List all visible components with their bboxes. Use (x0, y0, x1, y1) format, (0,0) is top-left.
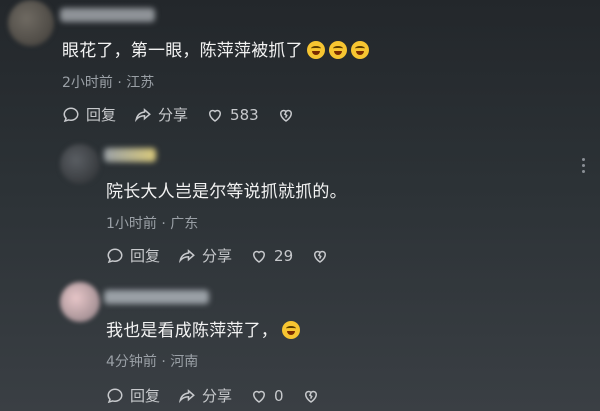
like-count: 29 (274, 246, 294, 265)
laughing-emoji-icon (306, 41, 325, 59)
share-icon (134, 107, 151, 122)
comment-body: 我也是看成陈萍萍了， (106, 321, 278, 341)
like-button[interactable]: 0 (250, 387, 284, 405)
share-label: 分享 (202, 247, 233, 265)
dot-icon (582, 164, 585, 167)
dot-icon (582, 170, 585, 173)
comment-meta: 2小时前 · 江苏 (62, 75, 155, 91)
username-blurred[interactable] (104, 148, 156, 162)
laughing-emoji-icon (350, 41, 369, 59)
reply-label: 回复 (130, 387, 161, 405)
comment-meta: 4分钟前 · 河南 (106, 354, 199, 370)
comment-actions: 回复 分享 29 (106, 245, 329, 266)
avatar[interactable] (8, 0, 54, 46)
reply-label: 回复 (130, 247, 161, 265)
dislike-button[interactable] (302, 387, 320, 405)
share-icon (178, 248, 195, 263)
comment-bubble-icon (107, 247, 123, 263)
comment-text: 眼花了，第一眼，陈萍萍被抓了 (62, 40, 369, 62)
share-label: 分享 (202, 387, 233, 405)
share-button[interactable]: 分享 (134, 104, 188, 125)
heart-icon (253, 390, 266, 403)
comment-bubble-icon (63, 106, 79, 122)
share-icon (178, 388, 195, 403)
more-options-button[interactable] (582, 158, 585, 173)
laughing-emoji-icon (282, 321, 300, 339)
comment-actions: 回复 分享 583 (62, 104, 295, 125)
comment-text: 我也是看成陈萍萍了， (106, 320, 300, 342)
reply-button[interactable]: 回复 (62, 104, 116, 125)
comment-body: 院长大人岂是尔等说抓就抓的。 (106, 182, 347, 202)
like-button[interactable]: 29 (250, 247, 293, 265)
like-count: 583 (230, 105, 259, 124)
broken-heart-icon (304, 390, 317, 403)
reply-button[interactable]: 回复 (106, 385, 160, 406)
comment-body: 眼花了，第一眼，陈萍萍被抓了 (62, 41, 303, 61)
dislike-button[interactable] (311, 247, 329, 265)
reply-button[interactable]: 回复 (106, 245, 160, 266)
share-label: 分享 (158, 106, 189, 124)
dot-icon (582, 158, 585, 161)
comment-actions: 回复 分享 0 (106, 385, 320, 406)
broken-heart-icon (314, 250, 327, 263)
broken-heart-icon (279, 109, 292, 122)
heart-icon (253, 250, 266, 263)
like-count: 0 (274, 386, 284, 405)
comment-meta: 1小时前 · 广东 (106, 216, 199, 232)
share-button[interactable]: 分享 (178, 245, 232, 266)
dislike-button[interactable] (277, 106, 295, 124)
username-blurred[interactable] (104, 290, 209, 304)
avatar[interactable] (60, 282, 100, 322)
username-blurred[interactable] (60, 8, 155, 22)
reply-label: 回复 (86, 106, 117, 124)
heart-icon (209, 109, 222, 122)
avatar[interactable] (60, 144, 100, 184)
laughing-emoji-icon (328, 41, 347, 59)
like-button[interactable]: 583 (206, 106, 259, 124)
share-button[interactable]: 分享 (178, 385, 232, 406)
comment-bubble-icon (107, 387, 123, 403)
